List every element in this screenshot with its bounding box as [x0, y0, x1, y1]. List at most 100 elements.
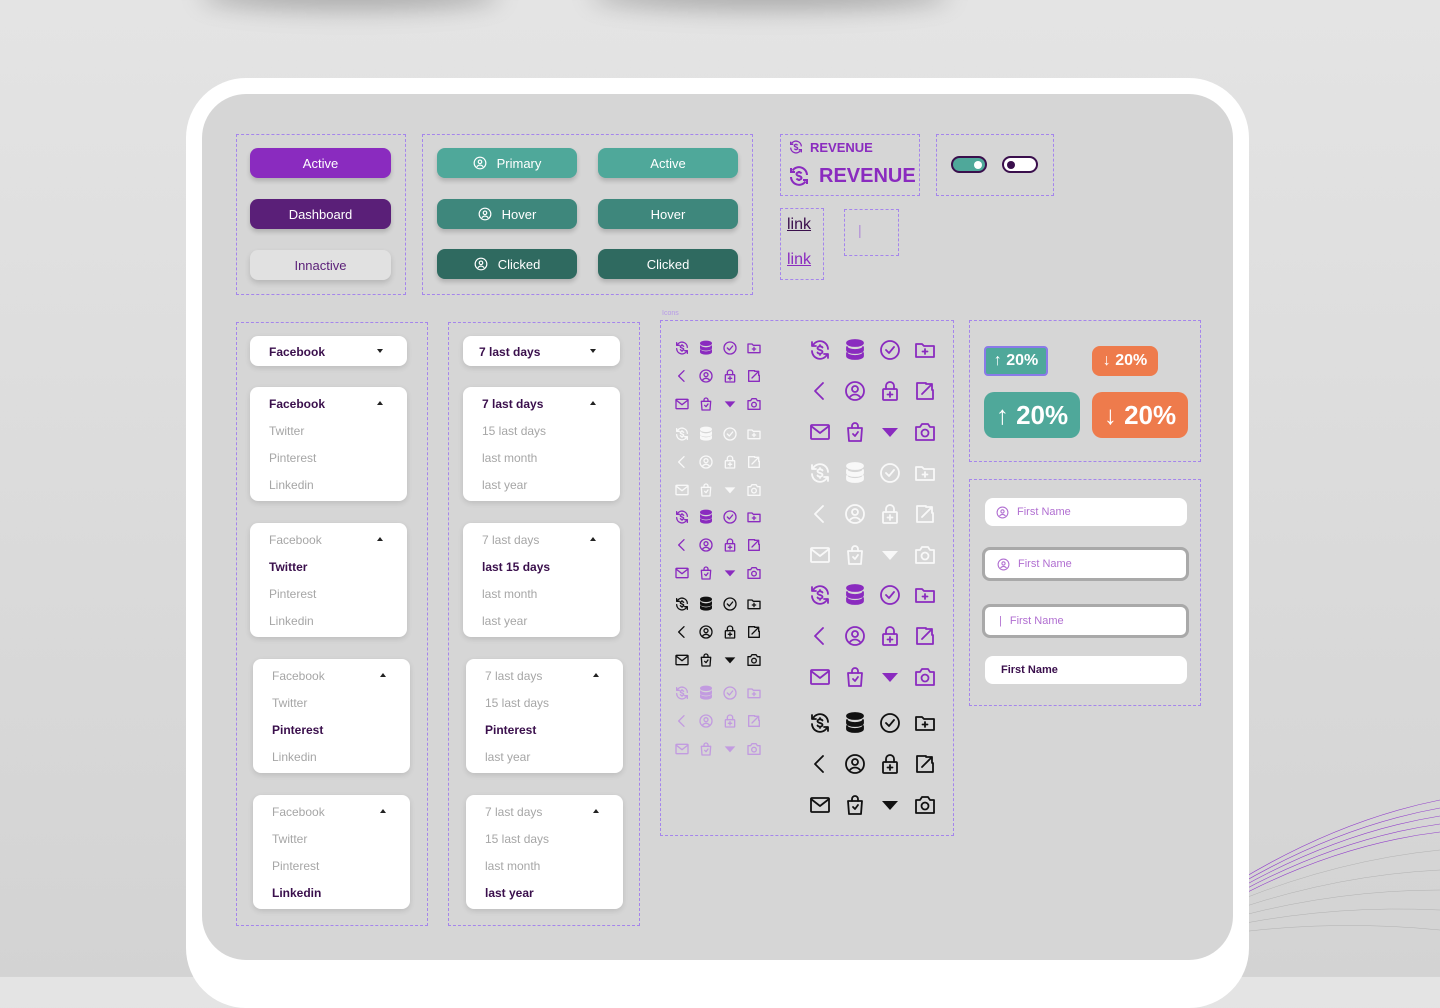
- date-dropdown-open-4[interactable]: 7 last days 15 last days last month last…: [466, 795, 623, 909]
- badges-group: [969, 320, 1201, 462]
- dropdown-option[interactable]: Pinterest: [272, 859, 319, 873]
- dropdown-option[interactable]: 7 last days: [482, 533, 539, 547]
- teal-clicked-button[interactable]: Clicked: [598, 249, 738, 279]
- dropdown-option[interactable]: Twitter: [272, 696, 307, 710]
- dropdown-option[interactable]: 7 last days: [485, 669, 542, 683]
- dropdown-option[interactable]: last year: [485, 750, 530, 764]
- dashboard-button[interactable]: Dashboard: [250, 199, 391, 229]
- caret-down-icon: [882, 551, 898, 560]
- primary-button[interactable]: Primary: [437, 148, 577, 178]
- dropdown-option[interactable]: last 15 days: [482, 560, 550, 574]
- user-circle-icon: [473, 156, 487, 170]
- hover-button[interactable]: Hover: [437, 199, 577, 229]
- folder-add-icon: [747, 512, 761, 523]
- dropdown-option[interactable]: 15 last days: [482, 424, 546, 438]
- device-screen: Active Dashboard Innactive Primary Hover…: [202, 94, 1233, 960]
- folder-add-icon: [915, 466, 935, 481]
- date-dropdown-open-3[interactable]: 7 last days 15 last days Pinterest last …: [466, 659, 623, 773]
- dropdown-option[interactable]: Linkedin: [269, 478, 314, 492]
- social-dropdown-open-1[interactable]: Facebook Twitter Pinterest Linkedin: [250, 387, 407, 501]
- user-circle-icon: [699, 714, 713, 728]
- external-link-icon: [916, 505, 934, 523]
- caret-up-icon: [380, 809, 386, 813]
- dropdown-option[interactable]: Facebook: [272, 669, 325, 683]
- dropdown-option[interactable]: last year: [482, 478, 527, 492]
- folder-add-icon: [747, 688, 761, 699]
- dropdown-option[interactable]: last year: [482, 614, 527, 628]
- clicked-button-label: Clicked: [497, 256, 541, 272]
- dropdown-option[interactable]: Facebook: [269, 397, 325, 411]
- check-circle-icon: [723, 427, 737, 441]
- link-default[interactable]: link: [787, 216, 811, 234]
- shopping-bag-icon: [700, 742, 712, 756]
- dropdown-option[interactable]: 7 last days: [482, 397, 543, 411]
- dropdown-option[interactable]: Linkedin: [269, 614, 314, 628]
- toggle-on[interactable]: [951, 156, 987, 173]
- caret-down-icon: [724, 401, 736, 408]
- external-link-icon: [748, 715, 760, 727]
- dropdown-option[interactable]: last month: [482, 587, 537, 601]
- social-dropdown-open-2[interactable]: Facebook Twitter Pinterest Linkedin: [250, 523, 407, 637]
- link-hover[interactable]: link: [787, 251, 811, 269]
- first-name-input-hover[interactable]: First Name: [982, 547, 1189, 581]
- check-circle-icon: [723, 686, 737, 700]
- teal-hover-button[interactable]: Hover: [598, 199, 738, 229]
- date-dropdown-open-2[interactable]: 7 last days last 15 days last month last…: [463, 523, 620, 637]
- check-circle-icon: [723, 341, 737, 355]
- check-circle-icon: [723, 597, 737, 611]
- decorative-waves: [1240, 799, 1440, 933]
- social-dropdown-closed[interactable]: Facebook: [250, 336, 407, 366]
- shopping-bag-icon: [700, 483, 712, 497]
- folder-add-icon: [747, 343, 761, 354]
- active-button[interactable]: Active: [250, 148, 391, 178]
- mail-icon: [675, 398, 689, 410]
- toggle-off[interactable]: [1002, 156, 1038, 173]
- mail-icon: [810, 547, 830, 563]
- dropdown-option[interactable]: last month: [485, 859, 540, 873]
- chevron-left-icon: [678, 456, 685, 468]
- first-name-input-focused[interactable]: | First Name: [982, 604, 1189, 638]
- caret-up-icon: [377, 401, 383, 405]
- check-circle-icon: [880, 463, 900, 483]
- dropdown-option[interactable]: Pinterest: [272, 723, 323, 737]
- cursor-box: |: [844, 209, 899, 256]
- currency-exchange-icon: [676, 341, 688, 355]
- first-name-value: First Name: [1001, 664, 1058, 676]
- dropdown-option[interactable]: Twitter: [269, 424, 304, 438]
- dropdown-option[interactable]: Pinterest: [269, 587, 316, 601]
- dropdown-option[interactable]: Linkedin: [272, 750, 317, 764]
- camera-icon: [915, 546, 935, 564]
- lock-icon: [882, 504, 898, 524]
- caret-up-icon: [593, 673, 599, 677]
- dropdown-option[interactable]: Linkedin: [272, 886, 321, 900]
- lock-icon: [724, 625, 736, 639]
- chevron-left-icon: [678, 370, 685, 382]
- dropdown-option[interactable]: last month: [482, 451, 537, 465]
- dropdown-option[interactable]: 15 last days: [485, 832, 549, 846]
- dropdown-option[interactable]: Pinterest: [269, 451, 316, 465]
- social-dropdown-open-3[interactable]: Facebook Twitter Pinterest Linkedin: [253, 659, 410, 773]
- trend-up-badge-small: ↑ 20%: [984, 346, 1048, 376]
- dropdown-option[interactable]: last year: [485, 886, 534, 900]
- social-dropdown-open-4[interactable]: Facebook Twitter Pinterest Linkedin: [253, 795, 410, 909]
- dropdown-option[interactable]: Facebook: [272, 805, 325, 819]
- mail-icon: [675, 567, 689, 579]
- first-name-input-filled[interactable]: First Name: [985, 656, 1187, 684]
- text-cursor: |: [999, 615, 1002, 627]
- user-circle-icon: [845, 381, 865, 401]
- dropdown-option[interactable]: Twitter: [269, 560, 307, 574]
- date-dropdown-open-1[interactable]: 7 last days 15 last days last month last…: [463, 387, 620, 501]
- dropdown-option[interactable]: 15 last days: [485, 696, 549, 710]
- dropdown-option[interactable]: Twitter: [272, 832, 307, 846]
- date-dropdown-closed[interactable]: 7 last days: [463, 336, 620, 366]
- teal-active-button[interactable]: Active: [598, 148, 738, 178]
- lock-icon: [724, 369, 736, 383]
- clicked-button[interactable]: Clicked: [437, 249, 577, 279]
- first-name-input-default[interactable]: First Name: [985, 498, 1187, 526]
- caret-up-icon: [377, 537, 383, 541]
- dropdown-option[interactable]: Facebook: [269, 533, 322, 547]
- revenue-small: REVENUE: [788, 139, 873, 155]
- first-name-placeholder: First Name: [1009, 615, 1064, 627]
- dropdown-option[interactable]: Pinterest: [485, 723, 536, 737]
- dropdown-option[interactable]: 7 last days: [485, 805, 542, 819]
